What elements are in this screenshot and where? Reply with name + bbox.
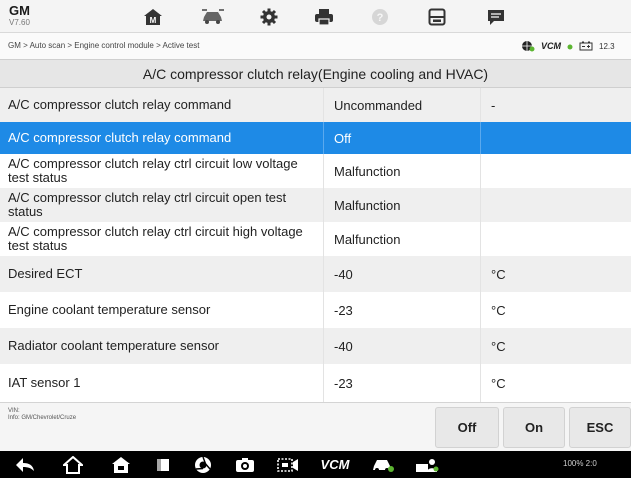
- row-value: -40: [324, 256, 481, 292]
- table-row[interactable]: IAT sensor 1 -23 °C: [0, 364, 631, 402]
- row-value: -23: [324, 364, 481, 402]
- screen-record-icon: [277, 457, 298, 472]
- brand: GM V7.60: [9, 4, 30, 28]
- row-name: Radiator coolant temperature sensor: [0, 328, 324, 364]
- row-unit: [481, 154, 631, 188]
- status-text: 100% 2:0: [563, 459, 597, 468]
- save-icon: [428, 8, 446, 25]
- row-name: IAT sensor 1: [0, 364, 324, 402]
- row-value: Uncommanded: [324, 88, 481, 122]
- esc-button[interactable]: ESC: [569, 407, 631, 448]
- chrome-icon: [195, 456, 211, 473]
- vcm-indicator: VCM: [541, 41, 561, 51]
- row-value: Malfunction: [324, 188, 481, 222]
- breadcrumb-bar: GM > Auto scan > Engine control module >…: [0, 33, 631, 60]
- row-name: A/C compressor clutch relay ctrl circuit…: [0, 188, 324, 222]
- screen-record-button[interactable]: [276, 455, 300, 474]
- vehicle-swap-icon: [202, 8, 224, 24]
- row-name: A/C compressor clutch relay command: [0, 122, 324, 154]
- vcm-nav-label: VCM: [320, 457, 350, 472]
- row-unit: °C: [491, 375, 506, 391]
- vehicle-icon: [373, 459, 394, 472]
- row-unit: °C: [491, 266, 506, 282]
- vin-label: VIN:: [8, 408, 20, 414]
- table-row[interactable]: Engine coolant temperature sensor -23 °C: [0, 292, 631, 328]
- settings-icon: [260, 8, 278, 25]
- row-value: Malfunction: [324, 154, 481, 188]
- app-home-button[interactable]: [110, 455, 132, 474]
- remote-expert-button[interactable]: [370, 455, 396, 474]
- svg-text:?: ?: [377, 12, 384, 24]
- data-stream-table: A/C compressor clutch relay command Unco…: [0, 88, 631, 402]
- technician-button[interactable]: [414, 455, 440, 474]
- help-button[interactable]: ?: [357, 4, 403, 29]
- table-row[interactable]: A/C compressor clutch relay command Unco…: [0, 88, 631, 122]
- message-button[interactable]: [473, 4, 519, 29]
- status-area: VCM 12.3: [521, 39, 631, 53]
- section-title: A/C compressor clutch relay(Engine cooli…: [0, 60, 631, 88]
- home-nav-icon: [63, 455, 83, 474]
- print-button[interactable]: [301, 4, 347, 29]
- battery-icon: [579, 41, 593, 51]
- svg-text:M: M: [150, 16, 157, 25]
- row-value: -40: [324, 328, 481, 364]
- recent-apps-icon: [157, 458, 169, 471]
- off-button[interactable]: Off: [435, 407, 499, 448]
- row-unit: -: [491, 97, 496, 113]
- table-row[interactable]: A/C compressor clutch relay ctrl circuit…: [0, 154, 631, 188]
- row-value: Off: [324, 122, 481, 154]
- settings-button[interactable]: [246, 4, 292, 29]
- save-button[interactable]: [414, 4, 460, 29]
- row-name: A/C compressor clutch relay command: [0, 88, 324, 122]
- row-name: Desired ECT: [0, 256, 324, 292]
- row-unit: [481, 188, 631, 222]
- row-unit: [481, 122, 631, 154]
- print-icon: [315, 8, 333, 26]
- back-icon: [16, 457, 34, 472]
- table-row-selected[interactable]: A/C compressor clutch relay command Off: [0, 122, 631, 154]
- table-row[interactable]: Desired ECT -40 °C: [0, 256, 631, 292]
- row-unit: °C: [491, 302, 506, 318]
- app-home-icon: [112, 456, 130, 473]
- vehicle-swap-button[interactable]: [190, 4, 236, 29]
- globe-icon: [522, 41, 535, 52]
- technician-icon: [416, 458, 439, 472]
- camera-button[interactable]: [234, 455, 256, 474]
- message-icon: [488, 9, 504, 25]
- vcm-nav-button[interactable]: VCM: [318, 455, 352, 474]
- top-toolbar: GM V7.60 M ?: [0, 0, 631, 33]
- breadcrumb: GM > Auto scan > Engine control module >…: [8, 41, 200, 50]
- camera-icon: [236, 457, 254, 472]
- row-unit: [481, 222, 631, 256]
- brand-version: V7.60: [9, 18, 30, 27]
- on-button[interactable]: On: [503, 407, 565, 448]
- system-nav-bar: VCM 100% 2:0: [0, 451, 631, 478]
- action-bar: VIN: Info: GM/Chevrolet/Cruze Off On ESC: [0, 402, 631, 451]
- home-icon: M: [144, 8, 162, 25]
- row-value: -23: [324, 292, 481, 328]
- home-button[interactable]: M: [130, 4, 176, 29]
- row-name: A/C compressor clutch relay ctrl circuit…: [0, 222, 324, 256]
- battery-voltage: 12.3: [599, 41, 615, 51]
- table-row[interactable]: A/C compressor clutch relay ctrl circuit…: [0, 222, 631, 256]
- row-unit: °C: [491, 338, 506, 354]
- back-button[interactable]: [14, 455, 36, 474]
- brand-name: GM: [9, 3, 30, 18]
- row-value: Malfunction: [324, 222, 481, 256]
- home-nav-button[interactable]: [62, 455, 84, 474]
- recent-apps-button[interactable]: [152, 455, 174, 474]
- system-status: 100% 2:0: [563, 459, 631, 468]
- table-row[interactable]: Radiator coolant temperature sensor -40 …: [0, 328, 631, 364]
- table-row[interactable]: A/C compressor clutch relay ctrl circuit…: [0, 188, 631, 222]
- vcm-connected-icon: [567, 44, 573, 50]
- row-name: Engine coolant temperature sensor: [0, 292, 324, 328]
- vehicle-info-label: Info: GM/Chevrolet/Cruze: [8, 415, 77, 421]
- browser-button[interactable]: [192, 455, 214, 474]
- row-name: A/C compressor clutch relay ctrl circuit…: [0, 154, 324, 188]
- help-icon: ?: [372, 8, 388, 25]
